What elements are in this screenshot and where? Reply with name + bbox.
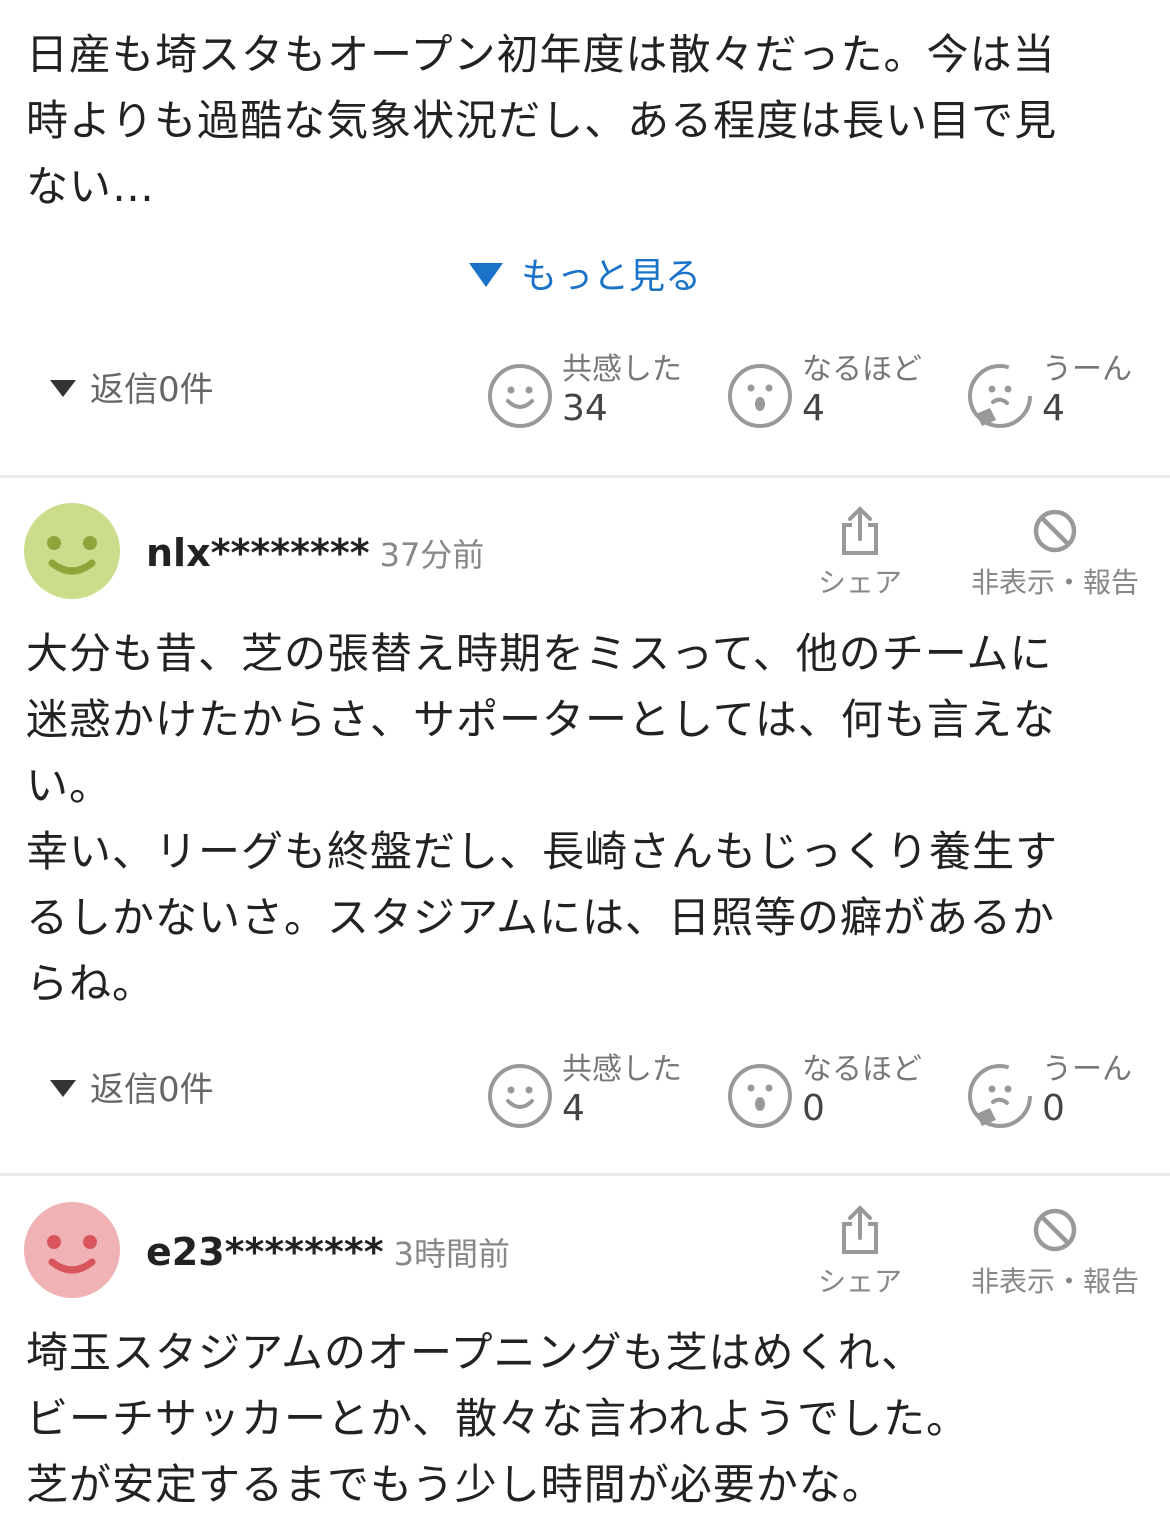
share-icon [842,506,878,555]
share-label: シェア [817,1265,902,1298]
reaction-label: 共感した [562,352,682,387]
reaction-label: 共感した [562,1052,682,1087]
avatar [24,1202,120,1298]
show-more-link[interactable]: もっと見る [0,252,1170,302]
reaction-hmm-button[interactable]: うーん 0 [966,1052,1170,1142]
comment-body: 埼玉スタジアムのオープニングも芝はめくれ、 ビーチサッカーとか、散々な言われよう… [26,1328,970,1509]
triangle-down-icon [50,380,76,397]
reaction-empathy-button[interactable]: 共感した 34 [486,352,726,442]
block-icon [1033,1208,1077,1252]
reply-count-label: 返信0件 [90,370,214,410]
reaction-label: なるほど [802,352,922,387]
reaction-label: うーん [1042,1052,1132,1087]
reply-toggle[interactable]: 返信0件 [50,1068,214,1112]
username-text: e23******** [146,1230,384,1274]
reaction-count: 34 [562,388,608,429]
thinking-face-icon [968,364,1032,428]
timestamp: 3時間前 [393,1235,511,1273]
reaction-count: 4 [562,1088,585,1129]
hide-report-label: 非表示・報告 [970,1265,1139,1298]
timestamp: 37分前 [379,536,485,574]
reaction-hmm-button[interactable]: うーん 4 [966,352,1170,442]
surprised-face-icon [728,1064,792,1128]
username[interactable]: nlx******** 37分前 [146,530,484,576]
share-icon [842,1205,878,1254]
reaction-label: うーん [1042,352,1132,387]
surprised-face-icon [728,364,792,428]
reaction-count: 4 [802,388,825,429]
share-label: シェア [817,566,902,599]
username[interactable]: e23******** 3時間前 [146,1229,510,1275]
hide-report-button[interactable]: 非表示・報告 [960,505,1150,601]
reaction-insight-button[interactable]: なるほど 4 [726,352,966,442]
reaction-count: 4 [1042,388,1065,429]
thinking-face-icon [968,1064,1032,1128]
hide-report-label: 非表示・報告 [970,566,1139,599]
reaction-empathy-button[interactable]: 共感した 4 [486,1052,726,1142]
block-icon [1033,509,1077,553]
smile-face-icon [488,364,552,428]
reaction-count: 0 [1042,1088,1065,1129]
username-text: nlx******** [146,531,370,575]
comment-body: 日産も埼スタもオープン初年度は散々だった。今は当 時よりも過酷な気象状況だし、あ… [26,30,1058,211]
reaction-insight-button[interactable]: なるほど 0 [726,1052,966,1142]
reply-toggle[interactable]: 返信0件 [50,368,214,412]
reaction-count: 0 [802,1088,825,1129]
reply-count-label: 返信0件 [90,1070,214,1110]
comment-divider [0,1173,1170,1176]
smile-face-icon [488,1064,552,1128]
hide-report-button[interactable]: 非表示・報告 [960,1204,1150,1300]
triangle-down-icon [50,1080,76,1097]
triangle-down-icon [468,263,503,287]
comment-divider [0,475,1170,478]
share-button[interactable]: シェア [810,505,910,601]
comment-body: 大分も昔、芝の張替え時期をミスって、他のチームに 迷惑かけたからさ、サポーターと… [26,629,1059,1008]
avatar [24,503,120,599]
reaction-label: なるほど [802,1052,922,1087]
show-more-label: もっと見る [520,256,701,297]
share-button[interactable]: シェア [810,1204,910,1300]
